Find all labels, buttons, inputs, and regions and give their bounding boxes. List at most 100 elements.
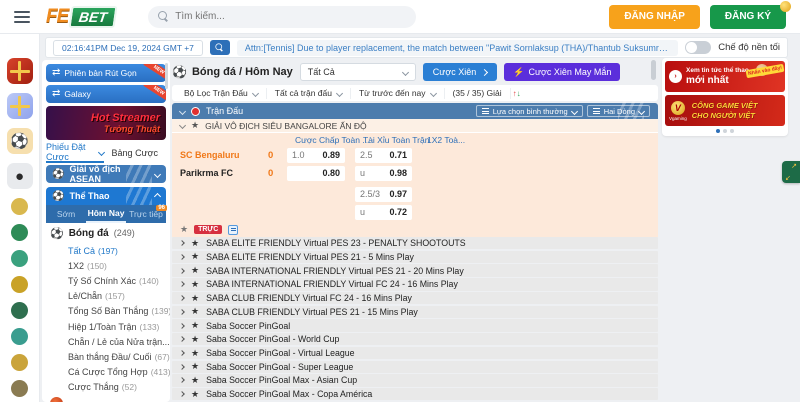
time-tab[interactable]: Trực tiếp 96 [126,205,166,223]
slot-icon[interactable] [11,302,28,319]
chevron-right-icon[interactable] [179,378,185,384]
time-tab[interactable]: Sớm [46,205,86,223]
chevron-right-icon[interactable] [179,323,185,329]
soccer-ball-icon[interactable]: ⚽ [7,128,33,154]
star-icon[interactable]: ★ [191,306,199,317]
login-button[interactable]: ĐĂNG NHẬP [609,5,700,29]
bet-type-item[interactable]: Tỷ Số Chính Xác (140) [46,273,166,288]
chevron-right-icon[interactable] [179,295,185,301]
chevron-right-icon[interactable] [179,350,185,356]
league-row[interactable]: ★ Saba Soccer PinGoal Max - Copa América [172,388,658,400]
league-row[interactable]: ★ Saba Soccer PinGoal [172,319,658,331]
league-header[interactable]: ★ GIẢI VÔ ĐỊCH SIÊU BANGALORE ẤN ĐỘ [172,119,658,133]
match-filter-dropdown[interactable]: Bộ Lọc Trận Đấu [176,88,267,99]
roulette-icon[interactable] [11,380,28,397]
carousel-dot[interactable] [730,129,734,133]
star-icon[interactable]: ★ [191,120,199,131]
bet-type-item[interactable]: Cược Thắng (52) [46,380,166,395]
streamer-banner[interactable]: Hot Streamer Tưởng Thuật [46,106,166,140]
fish-icon[interactable] [11,328,28,345]
pool-ball-icon[interactable]: ● [7,163,33,189]
ticker-search-button[interactable] [210,40,230,55]
col-handicap[interactable]: Cược Chấp Toàn ... [295,135,369,145]
menu-icon[interactable] [14,11,30,23]
star-icon[interactable]: ★ [191,348,199,359]
sports-section-bar[interactable]: ⚽ Thể Thao [46,187,166,205]
star-icon[interactable]: ★ [191,361,199,372]
shortcut-button[interactable]: ⇄ Galaxy NEW [46,85,166,103]
bet-type-item[interactable]: Cá Cược Tổng Hợp (413) [46,365,166,380]
main-scrollbar[interactable] [651,60,656,80]
star-icon[interactable]: ★ [191,320,199,331]
sidebar-scrollbar[interactable] [165,63,168,89]
bet-type-item[interactable]: Chẵn / Lẻ của Nửa trận... (129) [46,334,166,349]
col-over-under[interactable]: Tài Xỉu Toàn Trận [363,135,429,145]
normal-selection-dropdown[interactable]: Lựa chọn bình thường [476,105,583,117]
handicap-odds-cell[interactable]: 1.0 0.89 [287,148,345,163]
league-row[interactable]: ★ SABA ELITE FRIENDLY Virtual PES 23 - P… [172,237,658,249]
chevron-right-icon[interactable] [179,254,185,260]
handicap-odds-cell[interactable]: 0.80 [287,166,345,181]
chevron-right-icon[interactable] [179,268,185,274]
league-row[interactable]: ★ SABA INTERNATIONAL FRIENDLY Virtual FC… [172,278,658,290]
league-row[interactable]: ★ Saba Soccer PinGoal Max - Asian Cup [172,374,658,386]
league-row[interactable]: ★ Saba Soccer PinGoal - World Cup [172,333,658,345]
promo-gift-icon[interactable] [7,58,33,84]
tab-bet-slip[interactable]: Phiếu Đặt Cược [46,143,104,163]
sort-icon[interactable]: ↑↓ [513,89,521,98]
carousel-dot[interactable] [716,129,720,133]
chevron-right-icon[interactable] [179,364,185,370]
time-tab[interactable]: Hôm Nay [86,205,126,223]
star-icon[interactable]: ★ [191,293,199,304]
bet-type-item[interactable]: Hiệp 1/Toàn Trận (133) [46,319,166,334]
bet-type-item[interactable]: 1X2 (150) [46,258,166,273]
gift-box-icon[interactable] [7,93,33,119]
sport-football-row[interactable]: ⚽ Bóng đá (249) [46,223,166,243]
under-odds-cell[interactable]: u 0.98 [355,166,412,181]
star-icon[interactable]: ★ [191,375,199,386]
coin-icon[interactable] [11,354,28,371]
chevron-right-icon[interactable] [179,240,185,246]
dark-mode-toggle[interactable] [685,41,711,54]
ticker-message[interactable]: Attn:[Tennis] Due to player replacement,… [237,40,678,56]
star-icon[interactable]: ★ [191,279,199,290]
dice-icon[interactable] [11,276,28,293]
star-icon[interactable]: ★ [191,238,199,249]
bet-type-item[interactable]: Bàn thắng Đầu/ Cuối (67) [46,349,166,364]
febet-logo[interactable]: FE BET [46,6,116,28]
list-icon[interactable] [228,225,238,235]
search-input[interactable] [175,11,406,22]
time-range-dropdown[interactable]: Từ trước đến nay [351,88,445,99]
chevron-right-icon[interactable] [179,336,185,342]
ticket-icon[interactable] [11,198,28,215]
shortcut-button[interactable]: ⇄ Phiên bản Rút Gọn NEW [46,64,166,82]
over-odds-cell[interactable]: 2.5 0.71 [355,148,412,163]
star-icon[interactable]: ★ [191,389,199,400]
expand-button[interactable]: ↗ ↙ [782,161,800,183]
league-row[interactable]: ★ Saba Soccer PinGoal - Super League [172,361,658,373]
globe-icon[interactable] [11,224,28,241]
league-select[interactable]: Tất Cả [300,63,416,81]
league-row[interactable]: ★ Saba Soccer PinGoal - Virtual League [172,347,658,359]
star-icon[interactable]: ★ [191,265,199,276]
league-row[interactable]: ★ SABA ELITE FRIENDLY Virtual PES 21 - 5… [172,251,658,263]
bet-type-item[interactable]: Tổng Số Bàn Thắng (139) [46,304,166,319]
two-line-dropdown[interactable]: Hai Dòng [587,105,650,117]
star-icon[interactable]: ★ [180,224,188,235]
chevron-down-icon[interactable] [179,107,186,114]
card-game-icon[interactable] [11,250,28,267]
vgaming-banner[interactable]: V Vgaming CỔNG GAME VIỆT CHO NGƯỜI VIỆT [665,95,785,126]
chevron-right-icon[interactable] [179,282,185,288]
chevron-right-icon[interactable] [179,309,185,315]
league-row[interactable]: ★ SABA CLUB FRIENDLY Virtual PES 21 - 15… [172,306,658,318]
register-button[interactable]: ĐĂNG KÝ [710,5,786,29]
carousel-dot[interactable] [723,129,727,133]
star-icon[interactable]: ★ [191,334,199,345]
bet-type-item[interactable]: Lẻ/Chẵn (157) [46,289,166,304]
bet-type-item[interactable]: Tất Cả (197) [46,243,166,258]
league-row[interactable]: ★ SABA CLUB FRIENDLY Virtual FC 24 - 16 … [172,292,658,304]
col-1x2[interactable]: 1X2 Toà... [427,135,465,145]
star-icon[interactable]: ★ [191,251,199,262]
all-matches-dropdown[interactable]: Tất cả trận đấu [267,88,351,99]
chevron-right-icon[interactable] [179,391,185,397]
